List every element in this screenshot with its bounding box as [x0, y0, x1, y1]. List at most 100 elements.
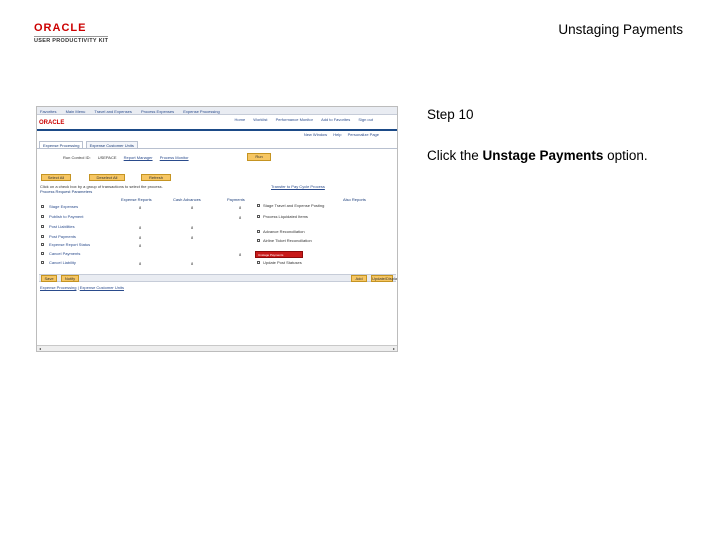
cell-value: 8: [191, 205, 194, 210]
step-title: Step 10: [427, 107, 474, 122]
option-label: Stage Travel and Expense Posting: [263, 203, 325, 208]
col-also-reports: Also Reports: [343, 197, 366, 202]
cell-value: 8: [139, 235, 142, 240]
col-payments: Payments: [227, 197, 245, 202]
row-cancel-payments[interactable]: Cancel Payments: [41, 251, 137, 256]
menu-item[interactable]: Favorites: [40, 109, 56, 114]
app-header: ORACLE Home Worklist Performance Monitor…: [37, 115, 397, 131]
menu-item[interactable]: Process Expenses: [141, 109, 174, 114]
option-stage-posting[interactable]: Stage Travel and Expense Posting: [257, 203, 324, 208]
app-logo: ORACLE: [39, 120, 65, 126]
col-cash-advances: Cash Advances: [173, 197, 201, 202]
cell-value: 8: [191, 235, 194, 240]
option-checkbox[interactable]: [257, 215, 260, 219]
row-checkbox[interactable]: [41, 243, 44, 247]
footer-link-expense-customer-units[interactable]: Expense Customer Units: [80, 285, 124, 290]
row-label: Cancel Liability: [49, 260, 76, 265]
tab-divider: [37, 148, 397, 149]
cell-value: 8: [139, 225, 142, 230]
logo-brand: ORACLE: [34, 22, 87, 34]
cell-value: 8: [239, 252, 242, 257]
row-checkbox[interactable]: [41, 252, 44, 256]
process-monitor-link[interactable]: Process Monitor: [160, 155, 189, 160]
horizontal-scrollbar[interactable]: ◂ ▸: [37, 345, 397, 351]
report-manager-link[interactable]: Report Manager: [124, 155, 153, 160]
nav-performance-monitor[interactable]: Performance Monitor: [276, 117, 313, 122]
cell-value: 8: [191, 261, 194, 266]
instruction-prefix: Click the: [427, 148, 483, 163]
option-advance-reconciliation[interactable]: Advance Reconciliation: [257, 229, 305, 234]
save-button[interactable]: Save: [41, 275, 57, 282]
refresh-button[interactable]: Refresh: [141, 174, 171, 181]
menu-item[interactable]: Main Menu: [66, 109, 86, 114]
personalize-link[interactable]: Personalize Page: [348, 132, 379, 137]
option-label: Airline Ticket Reconciliation: [263, 238, 312, 243]
row-post-liabilities[interactable]: Post Liabilities: [41, 224, 137, 229]
cell-value: 8: [239, 215, 242, 220]
select-all-button[interactable]: Select All: [41, 174, 71, 181]
option-checkbox[interactable]: [257, 230, 260, 234]
footer-link-expense-processing[interactable]: Expense Processing: [40, 285, 76, 290]
nav-worklist[interactable]: Worklist: [253, 117, 267, 122]
footer-links: Expense Processing | Expense Customer Un…: [40, 285, 124, 290]
nav-add-favorites[interactable]: Add to Favorites: [321, 117, 350, 122]
option-airline-reconciliation[interactable]: Airline Ticket Reconciliation: [257, 238, 312, 243]
row-checkbox[interactable]: [41, 235, 44, 239]
application-screenshot: Favorites Main Menu Travel and Expenses …: [36, 106, 398, 352]
option-checkbox[interactable]: [257, 239, 260, 243]
breadcrumb-menu: Favorites Main Menu Travel and Expenses …: [37, 107, 397, 115]
page-footer-bar: Save Notify Add Update/Display: [39, 274, 397, 282]
cell-value: 8: [191, 225, 194, 230]
cell-value: 8: [139, 205, 142, 210]
row-label: Expense Report Status: [49, 242, 91, 247]
nav-home[interactable]: Home: [235, 117, 246, 122]
row-checkbox[interactable]: [41, 225, 44, 229]
header-nav: Home Worklist Performance Monitor Add to…: [228, 117, 374, 122]
section-title: Process Request Parameters: [40, 189, 93, 194]
update-display-button[interactable]: Update/Display: [371, 275, 397, 282]
col-expense-reports: Expense Reports: [121, 197, 152, 202]
scroll-left-arrow-icon[interactable]: ◂: [37, 346, 43, 351]
row-stage-expenses[interactable]: Stage Expenses: [41, 204, 137, 209]
instruction-suffix: option.: [603, 148, 648, 163]
menu-item[interactable]: Expense Processing: [183, 109, 219, 114]
help-link[interactable]: Help: [333, 132, 341, 137]
instruction-target: Unstage Payments: [482, 148, 604, 163]
row-checkbox[interactable]: [41, 205, 44, 209]
new-window-link[interactable]: New Window: [304, 132, 327, 137]
notify-button[interactable]: Notify: [61, 275, 79, 282]
transfer-pay-cycle-link[interactable]: Transfer to Pay Cycle Process: [271, 184, 325, 189]
row-publish-payment[interactable]: Publish to Payment: [41, 214, 137, 219]
row-label: Post Payments: [49, 234, 76, 239]
deselect-all-button[interactable]: Deselect All: [89, 174, 125, 181]
add-button[interactable]: Add: [351, 275, 367, 282]
logo-divider: [34, 36, 108, 37]
row-label: Post Liabilities: [49, 224, 75, 229]
option-label: Advance Reconciliation: [263, 229, 305, 234]
oracle-upk-logo: ORACLE USER PRODUCTIVITY KIT: [34, 22, 124, 44]
row-cancel-liability[interactable]: Cancel Liability: [41, 260, 137, 265]
cell-value: 8: [139, 261, 142, 266]
instruction-text: Click the Unstage Payments option.: [427, 148, 648, 163]
scroll-right-arrow-icon[interactable]: ▸: [391, 346, 397, 351]
cell-value: 8: [139, 243, 142, 248]
unstage-payments-option[interactable]: Unstage Payments: [255, 251, 303, 258]
menu-item[interactable]: Travel and Expenses: [94, 109, 131, 114]
option-liquidated-items[interactable]: Process Liquidated Items: [257, 214, 308, 219]
option-update-post-statuses[interactable]: Update Post Statuses: [257, 260, 302, 265]
run-control-label: Run Control ID:: [63, 155, 91, 160]
option-checkbox[interactable]: [257, 261, 260, 265]
row-label: Publish to Payment: [49, 214, 84, 219]
nav-sign-out[interactable]: Sign out: [358, 117, 373, 122]
row-checkbox[interactable]: [41, 261, 44, 265]
row-label: Cancel Payments: [49, 251, 81, 256]
slide-title: Unstaging Payments: [558, 22, 683, 37]
row-expense-report-status[interactable]: Expense Report Status: [41, 242, 137, 247]
run-button[interactable]: Run: [247, 153, 271, 161]
row-post-payments[interactable]: Post Payments: [41, 234, 137, 239]
option-checkbox[interactable]: [257, 204, 260, 208]
cell-value: 8: [239, 205, 242, 210]
sub-nav: New Window Help Personalize Page: [299, 132, 379, 137]
row-checkbox[interactable]: [41, 215, 44, 219]
row-label: Stage Expenses: [49, 204, 79, 209]
